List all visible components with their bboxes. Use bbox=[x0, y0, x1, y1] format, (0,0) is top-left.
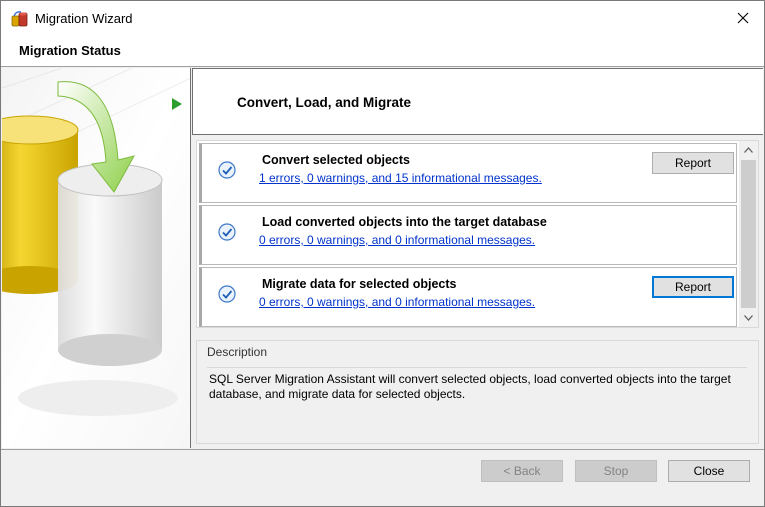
migration-wizard-window: Migration Wizard Migration Status Conver… bbox=[0, 0, 765, 507]
report-button[interactable]: Report bbox=[652, 276, 734, 298]
description-label: Description bbox=[207, 345, 268, 359]
scroll-down-button[interactable] bbox=[739, 309, 758, 327]
back-button[interactable]: < Back bbox=[481, 460, 563, 482]
chevron-up-icon bbox=[744, 147, 753, 153]
task-item-migrate: Migrate data for selected objects 0 erro… bbox=[199, 267, 737, 327]
page-title: Migration Status bbox=[19, 43, 121, 58]
window-title: Migration Wizard bbox=[35, 11, 133, 26]
scroll-up-button[interactable] bbox=[739, 141, 758, 159]
close-icon bbox=[737, 12, 749, 24]
wizard-header: Migration Status bbox=[1, 37, 764, 67]
check-circle-icon bbox=[218, 161, 236, 179]
task-title: Load converted objects into the target d… bbox=[262, 215, 547, 229]
stop-button[interactable]: Stop bbox=[575, 460, 657, 482]
task-title: Convert selected objects bbox=[262, 153, 410, 167]
close-button[interactable]: Close bbox=[668, 460, 750, 482]
app-icon bbox=[11, 11, 28, 27]
task-item-convert: Convert selected objects 1 errors, 0 war… bbox=[199, 143, 737, 203]
current-step-arrow-icon bbox=[172, 98, 182, 110]
task-title: Migrate data for selected objects bbox=[262, 277, 457, 291]
task-messages-link[interactable]: 1 errors, 0 warnings, and 15 information… bbox=[259, 171, 542, 185]
step-header: Convert, Load, and Migrate bbox=[192, 68, 763, 135]
wizard-footer: < Back Stop Close bbox=[1, 449, 764, 506]
chevron-down-icon bbox=[744, 315, 753, 321]
description-box: Description SQL Server Migration Assista… bbox=[196, 340, 759, 444]
wizard-content-panel: Convert, Load, and Migrate Convert selec… bbox=[192, 68, 763, 448]
close-window-button[interactable] bbox=[723, 3, 763, 33]
task-list: Convert selected objects 1 errors, 0 war… bbox=[196, 140, 759, 328]
title-bar: Migration Wizard bbox=[1, 1, 764, 37]
task-messages-link[interactable]: 0 errors, 0 warnings, and 0 informationa… bbox=[259, 295, 535, 309]
task-messages-link[interactable]: 0 errors, 0 warnings, and 0 informationa… bbox=[259, 233, 535, 247]
description-text: SQL Server Migration Assistant will conv… bbox=[207, 367, 747, 437]
report-button[interactable]: Report bbox=[652, 152, 734, 174]
database-migration-illustration bbox=[2, 68, 190, 448]
task-list-scrollbar[interactable] bbox=[739, 141, 758, 327]
check-circle-icon bbox=[218, 285, 236, 303]
step-title: Convert, Load, and Migrate bbox=[237, 95, 412, 110]
wizard-illustration-panel bbox=[2, 68, 191, 448]
check-circle-icon bbox=[218, 223, 236, 241]
task-item-load: Load converted objects into the target d… bbox=[199, 205, 737, 265]
scrollbar-thumb[interactable] bbox=[741, 160, 756, 308]
